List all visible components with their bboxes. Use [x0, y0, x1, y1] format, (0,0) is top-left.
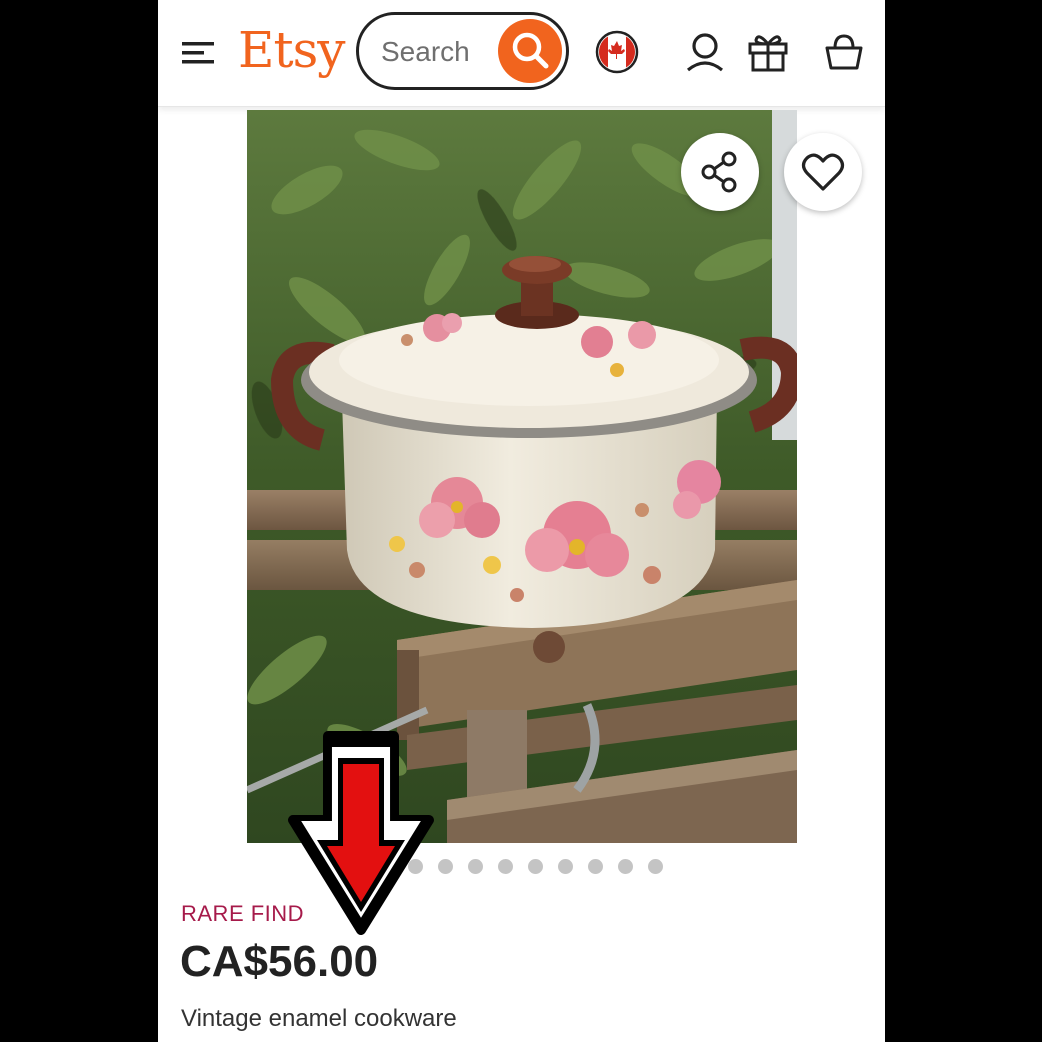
carousel-dot[interactable]: [558, 859, 573, 874]
search-input[interactable]: [379, 33, 498, 71]
red-arrow-overlay: [288, 731, 434, 935]
carousel-dot[interactable]: [618, 859, 633, 874]
carousel-dot[interactable]: [498, 859, 513, 874]
carousel-dot[interactable]: [648, 859, 663, 874]
favorite-button[interactable]: [784, 133, 862, 211]
search-bar: [356, 12, 569, 90]
carousel-dot[interactable]: [588, 859, 603, 874]
etsy-logo[interactable]: Etsy: [238, 20, 345, 80]
phone-screen: Etsy Search RARE FIND CA$56.00 Vintage e…: [158, 0, 885, 1042]
carousel-dot[interactable]: [468, 859, 483, 874]
share-icon: [701, 151, 737, 193]
listing-price: CA$56.00: [180, 937, 379, 986]
search-button[interactable]: [498, 19, 562, 83]
search-icon: [512, 32, 549, 69]
carousel-dot[interactable]: [438, 859, 453, 874]
share-button[interactable]: [681, 133, 759, 211]
carousel-dot[interactable]: [528, 859, 543, 874]
account-icon[interactable]: [683, 30, 727, 74]
canada-flag-icon[interactable]: [595, 30, 639, 74]
gift-icon[interactable]: [746, 30, 790, 74]
cart-icon[interactable]: [822, 30, 866, 74]
site-header: Etsy: [158, 0, 885, 107]
image-carousel-dots: [408, 859, 663, 877]
listing-title[interactable]: Vintage enamel cookware: [181, 1005, 457, 1033]
heart-icon: [801, 153, 845, 191]
menu-icon[interactable]: [180, 38, 216, 68]
